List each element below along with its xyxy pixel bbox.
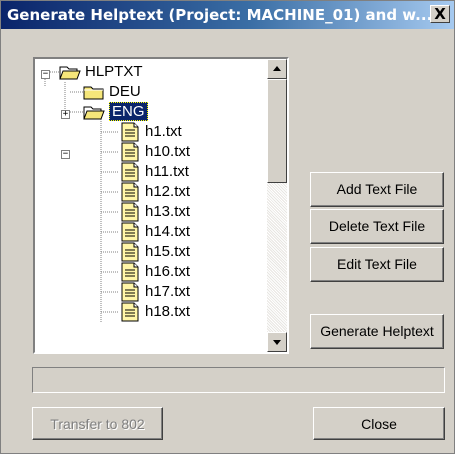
scroll-up-button[interactable]	[267, 59, 287, 79]
close-window-button[interactable]: X	[430, 5, 450, 23]
tree-item-file[interactable]: h13.txt	[35, 202, 265, 222]
tree-item-file[interactable]: h14.txt	[35, 222, 265, 242]
edit-text-file-label: Edit Text File	[337, 256, 417, 272]
close-label: Close	[361, 416, 397, 432]
tree-item-file[interactable]: h18.txt	[35, 302, 265, 322]
text-file-icon	[121, 122, 139, 142]
tree-item-file[interactable]: h16.txt	[35, 262, 265, 282]
open-folder-icon	[59, 66, 81, 80]
tree-item-folder[interactable]: + DEU	[35, 82, 265, 119]
tree-item-label: h10.txt	[145, 143, 191, 160]
tree-item-label: h1.txt	[145, 123, 182, 140]
text-file-icon	[121, 282, 139, 302]
tree-item-folder[interactable]: − HLPTXT	[35, 62, 265, 82]
add-text-file-button[interactable]: Add Text File	[310, 172, 444, 207]
tree-item-folder[interactable]: − ENG	[35, 102, 265, 159]
tree-item-label: h15.txt	[145, 243, 191, 260]
tree-item-file[interactable]: h10.txt	[35, 142, 265, 162]
arrow-up-icon	[273, 66, 281, 71]
file-tree[interactable]: − HLPTXT + DEU − ENG h1.txt h10.txt h11.txt h12.t…	[33, 57, 289, 354]
text-file-icon	[121, 182, 139, 202]
generate-helptext-button[interactable]: Generate Helptext	[310, 314, 444, 349]
delete-text-file-button[interactable]: Delete Text File	[310, 209, 444, 244]
tree-item-label: h11.txt	[145, 163, 189, 180]
tree-item-label: h18.txt	[145, 303, 191, 320]
text-file-icon	[121, 142, 139, 162]
delete-text-file-label: Delete Text File	[328, 218, 426, 234]
text-file-icon	[121, 262, 139, 282]
text-file-icon	[121, 162, 139, 182]
generate-helptext-label: Generate Helptext	[320, 323, 434, 339]
tree-vertical-scrollbar[interactable]	[267, 59, 287, 352]
collapse-icon[interactable]: −	[41, 70, 50, 79]
tree-item-file[interactable]: h15.txt	[35, 242, 265, 262]
progress-bar	[32, 367, 445, 393]
scroll-down-button[interactable]	[267, 332, 287, 352]
tree-item-label: h17.txt	[145, 283, 191, 300]
tree-item-label: h14.txt	[145, 223, 191, 240]
transfer-label: Transfer to 802	[50, 416, 145, 432]
text-file-icon	[121, 302, 139, 322]
text-file-icon	[121, 242, 139, 262]
window-title: Generate Helptext (Project: MACHINE_01) …	[7, 6, 433, 24]
tree-item-file[interactable]: h1.txt	[35, 122, 265, 142]
folder-icon	[83, 86, 104, 100]
arrow-down-icon	[273, 340, 281, 345]
tree-item-label: HLPTXT	[85, 63, 143, 80]
close-button[interactable]: Close	[313, 407, 445, 440]
add-text-file-label: Add Text File	[336, 181, 418, 197]
tree-item-file[interactable]: h11.txt	[35, 162, 265, 182]
tree-item-label: DEU	[109, 83, 141, 100]
text-file-icon	[121, 222, 139, 242]
tree-item-label: ENG	[109, 102, 148, 121]
scroll-thumb[interactable]	[267, 79, 287, 183]
tree-item-file[interactable]: h12.txt	[35, 182, 265, 202]
tree-item-label: h16.txt	[145, 263, 191, 280]
open-folder-icon	[83, 106, 105, 120]
text-file-icon	[121, 202, 139, 222]
edit-text-file-button[interactable]: Edit Text File	[310, 247, 444, 282]
title-bar[interactable]: Generate Helptext (Project: MACHINE_01) …	[1, 1, 454, 29]
dialog-window: Generate Helptext (Project: MACHINE_01) …	[0, 0, 455, 454]
tree-item-file[interactable]: h17.txt	[35, 282, 265, 302]
transfer-button[interactable]: Transfer to 802	[32, 407, 163, 440]
tree-item-label: h13.txt	[145, 203, 191, 220]
tree-item-label: h12.txt	[145, 183, 191, 200]
